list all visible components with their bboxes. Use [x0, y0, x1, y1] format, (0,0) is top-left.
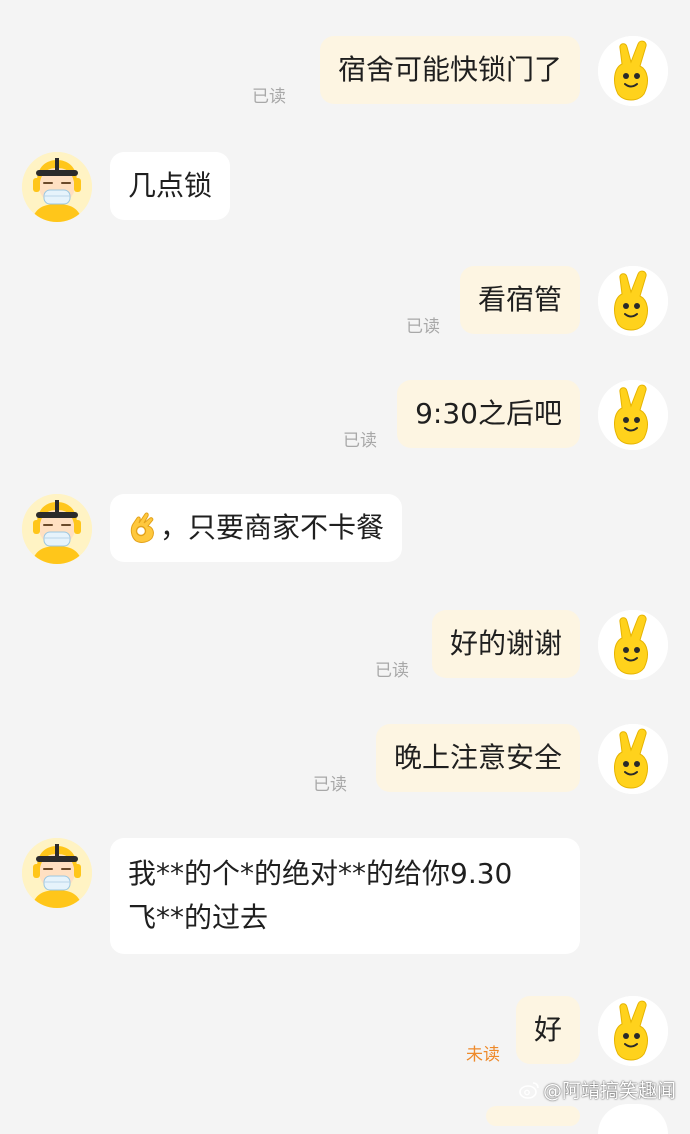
message-bubble[interactable]: 我**的个*的绝对**的给你9.30 飞**的过去 — [110, 838, 580, 954]
message-bubble[interactable]: 看宿管 — [459, 266, 580, 334]
watermark-text: @阿靖搞笑趣闻 — [542, 1080, 676, 1102]
message-bubble[interactable]: 好 — [515, 996, 580, 1064]
my-avatar-mascot-icon[interactable] — [598, 380, 668, 450]
my-avatar-mascot-icon[interactable] — [598, 996, 668, 1066]
message-bubble[interactable]: 几点锁 — [110, 152, 231, 220]
message-text: ，只要商家不卡餐 — [160, 511, 385, 544]
my-avatar-mascot-icon[interactable] — [598, 610, 668, 680]
message-bubble[interactable]: 宿舍可能快锁门了 — [319, 36, 580, 104]
rider-avatar-icon[interactable] — [22, 152, 92, 222]
my-avatar-mascot-icon[interactable] — [598, 36, 668, 106]
message-bubble[interactable]: 晚上注意安全 — [375, 724, 580, 792]
my-avatar-mascot-icon[interactable] — [598, 266, 668, 336]
message-bubble[interactable]: 9:30之后吧 — [397, 380, 580, 448]
partial-message-bubble — [486, 1106, 580, 1126]
watermark: @阿靖搞笑趣闻 — [519, 1076, 676, 1103]
message-bubble[interactable]: ，只要商家不卡餐 — [110, 494, 403, 562]
message-bubble[interactable]: 好的谢谢 — [431, 610, 580, 678]
read-status: 已读 — [343, 431, 377, 451]
read-status: 已读 — [313, 775, 347, 795]
read-status: 已读 — [375, 661, 409, 681]
unread-status: 未读 — [466, 1045, 500, 1065]
message-text-line: 飞**的过去 — [128, 901, 269, 934]
my-avatar-mascot-icon[interactable] — [598, 724, 668, 794]
read-status: 已读 — [252, 87, 286, 107]
read-status: 已读 — [406, 317, 440, 337]
rider-avatar-icon[interactable] — [22, 838, 92, 908]
ok-hand-emoji-icon — [130, 512, 154, 543]
rider-avatar-icon[interactable] — [22, 494, 92, 564]
weibo-logo-icon — [519, 1082, 539, 1099]
message-text-line: 我**的个*的绝对**的给你9.30 — [128, 857, 513, 890]
partial-avatar — [598, 1104, 668, 1134]
